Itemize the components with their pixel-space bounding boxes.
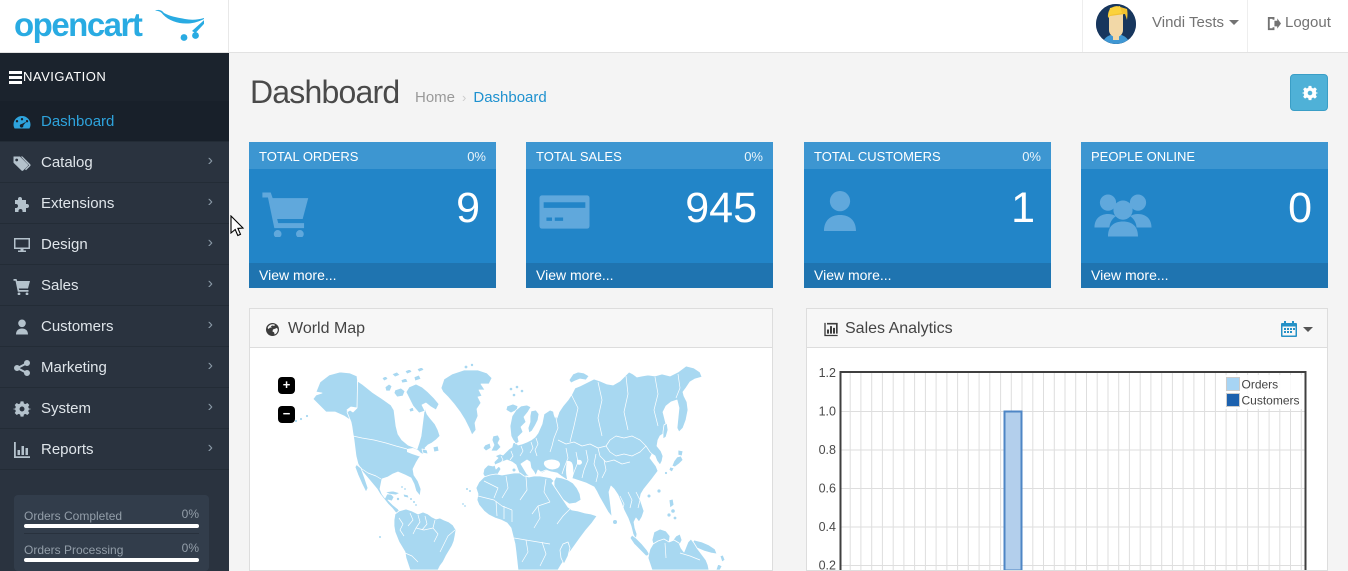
svg-text:0.2: 0.2 <box>819 559 836 571</box>
svg-text:Customers: Customers <box>1242 394 1300 408</box>
svg-text:1.0: 1.0 <box>819 405 836 419</box>
svg-text:Orders: Orders <box>1242 378 1279 392</box>
svg-text:0.6: 0.6 <box>819 482 836 496</box>
svg-text:opencart: opencart <box>14 6 143 43</box>
svg-text:1.2: 1.2 <box>819 366 836 380</box>
svg-text:0.4: 0.4 <box>819 520 836 534</box>
svg-text:0.8: 0.8 <box>819 443 836 457</box>
